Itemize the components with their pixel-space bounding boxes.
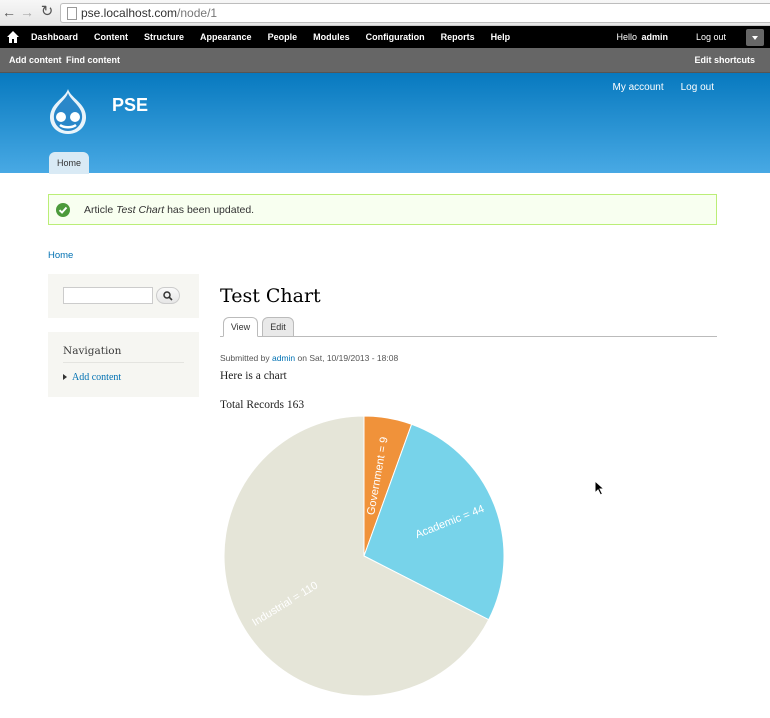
bullet-triangle-icon <box>63 374 67 380</box>
admin-menu-dashboard[interactable]: Dashboard <box>31 26 78 48</box>
forward-arrow-icon[interactable]: → <box>18 3 36 21</box>
shortcut-find-content[interactable]: Find content <box>66 48 120 73</box>
submitted-date: on Sat, 10/19/2013 - 18:08 <box>297 353 399 363</box>
url-text[interactable]: pse.localhost.com/node/1 <box>81 6 217 20</box>
admin-menu-modules[interactable]: Modules <box>313 26 350 48</box>
url-host: pse.localhost.com <box>81 6 178 20</box>
main-menu-home-tab[interactable]: Home <box>49 152 89 174</box>
status-message: Article Test Chart has been updated. <box>48 194 717 225</box>
secondary-menu: My account Log out <box>595 82 714 93</box>
mouse-cursor-icon <box>594 480 606 496</box>
site-name[interactable]: PSE <box>112 95 148 116</box>
home-icon[interactable] <box>6 30 20 44</box>
admin-menu-people[interactable]: People <box>268 26 298 48</box>
navigation-block: Navigation Add content <box>48 332 199 397</box>
back-arrow-icon[interactable]: ← <box>0 3 18 21</box>
shortcut-add-content[interactable]: Add content <box>9 48 62 73</box>
pie-chart: Government = 9Academic = 44Industrial = … <box>223 415 505 697</box>
admin-toolbar: Dashboard Content Structure Appearance P… <box>0 26 770 48</box>
local-tasks-tabs: View Edit <box>220 317 717 337</box>
shortcuts-bar: Add content Find content Edit shortcuts <box>0 48 770 73</box>
admin-menu-configuration[interactable]: Configuration <box>366 26 425 48</box>
admin-user-area: Hello admin Log out <box>616 26 726 48</box>
status-message-text: Article Test Chart has been updated. <box>84 204 254 216</box>
divider <box>63 362 184 363</box>
admin-menu-structure[interactable]: Structure <box>144 26 184 48</box>
message-prefix: Article <box>84 204 114 216</box>
chevron-down-icon <box>752 36 758 40</box>
edit-shortcuts-link[interactable]: Edit shortcuts <box>694 48 755 73</box>
search-button[interactable] <box>156 287 180 304</box>
search-icon <box>163 291 173 301</box>
submitted-info: Submitted by admin on Sat, 10/19/2013 - … <box>220 353 398 363</box>
site-header: PSE My account Log out Home <box>0 73 770 174</box>
url-path: /node/1 <box>177 6 218 20</box>
check-icon <box>56 203 70 217</box>
message-node-title: Test Chart <box>116 204 165 216</box>
page-icon <box>67 7 77 20</box>
admin-menu: Dashboard Content Structure Appearance P… <box>31 26 526 48</box>
drupal-logo-icon[interactable] <box>46 87 90 137</box>
my-account-link[interactable]: My account <box>612 82 663 93</box>
username-link[interactable]: admin <box>641 26 668 48</box>
reload-icon[interactable]: ↻ <box>38 3 56 21</box>
navigation-add-content-link[interactable]: Add content <box>72 372 121 383</box>
tab-edit[interactable]: Edit <box>262 317 294 337</box>
admin-menu-reports[interactable]: Reports <box>441 26 475 48</box>
admin-menu-content[interactable]: Content <box>94 26 128 48</box>
breadcrumb-home[interactable]: Home <box>48 250 73 261</box>
header-logout-link[interactable]: Log out <box>681 82 714 93</box>
greeting-text: Hello <box>616 32 637 42</box>
shortcuts-toggle-button[interactable] <box>746 29 764 46</box>
search-input[interactable] <box>63 287 153 304</box>
tab-view[interactable]: View <box>223 317 258 337</box>
submitted-by-label: Submitted by <box>220 353 270 363</box>
navigation-title: Navigation <box>63 345 122 357</box>
body-text: Here is a chart <box>220 370 287 382</box>
browser-toolbar: ← → ↻ pse.localhost.com/node/1 <box>0 0 770 26</box>
admin-menu-appearance[interactable]: Appearance <box>200 26 252 48</box>
message-suffix: has been updated. <box>167 204 255 216</box>
author-link[interactable]: admin <box>272 353 295 363</box>
page-title: Test Chart <box>220 285 321 307</box>
admin-logout-link[interactable]: Log out <box>696 26 726 48</box>
admin-menu-help[interactable]: Help <box>491 26 511 48</box>
address-bar[interactable]: pse.localhost.com/node/1 <box>60 3 770 23</box>
search-block <box>48 274 199 318</box>
